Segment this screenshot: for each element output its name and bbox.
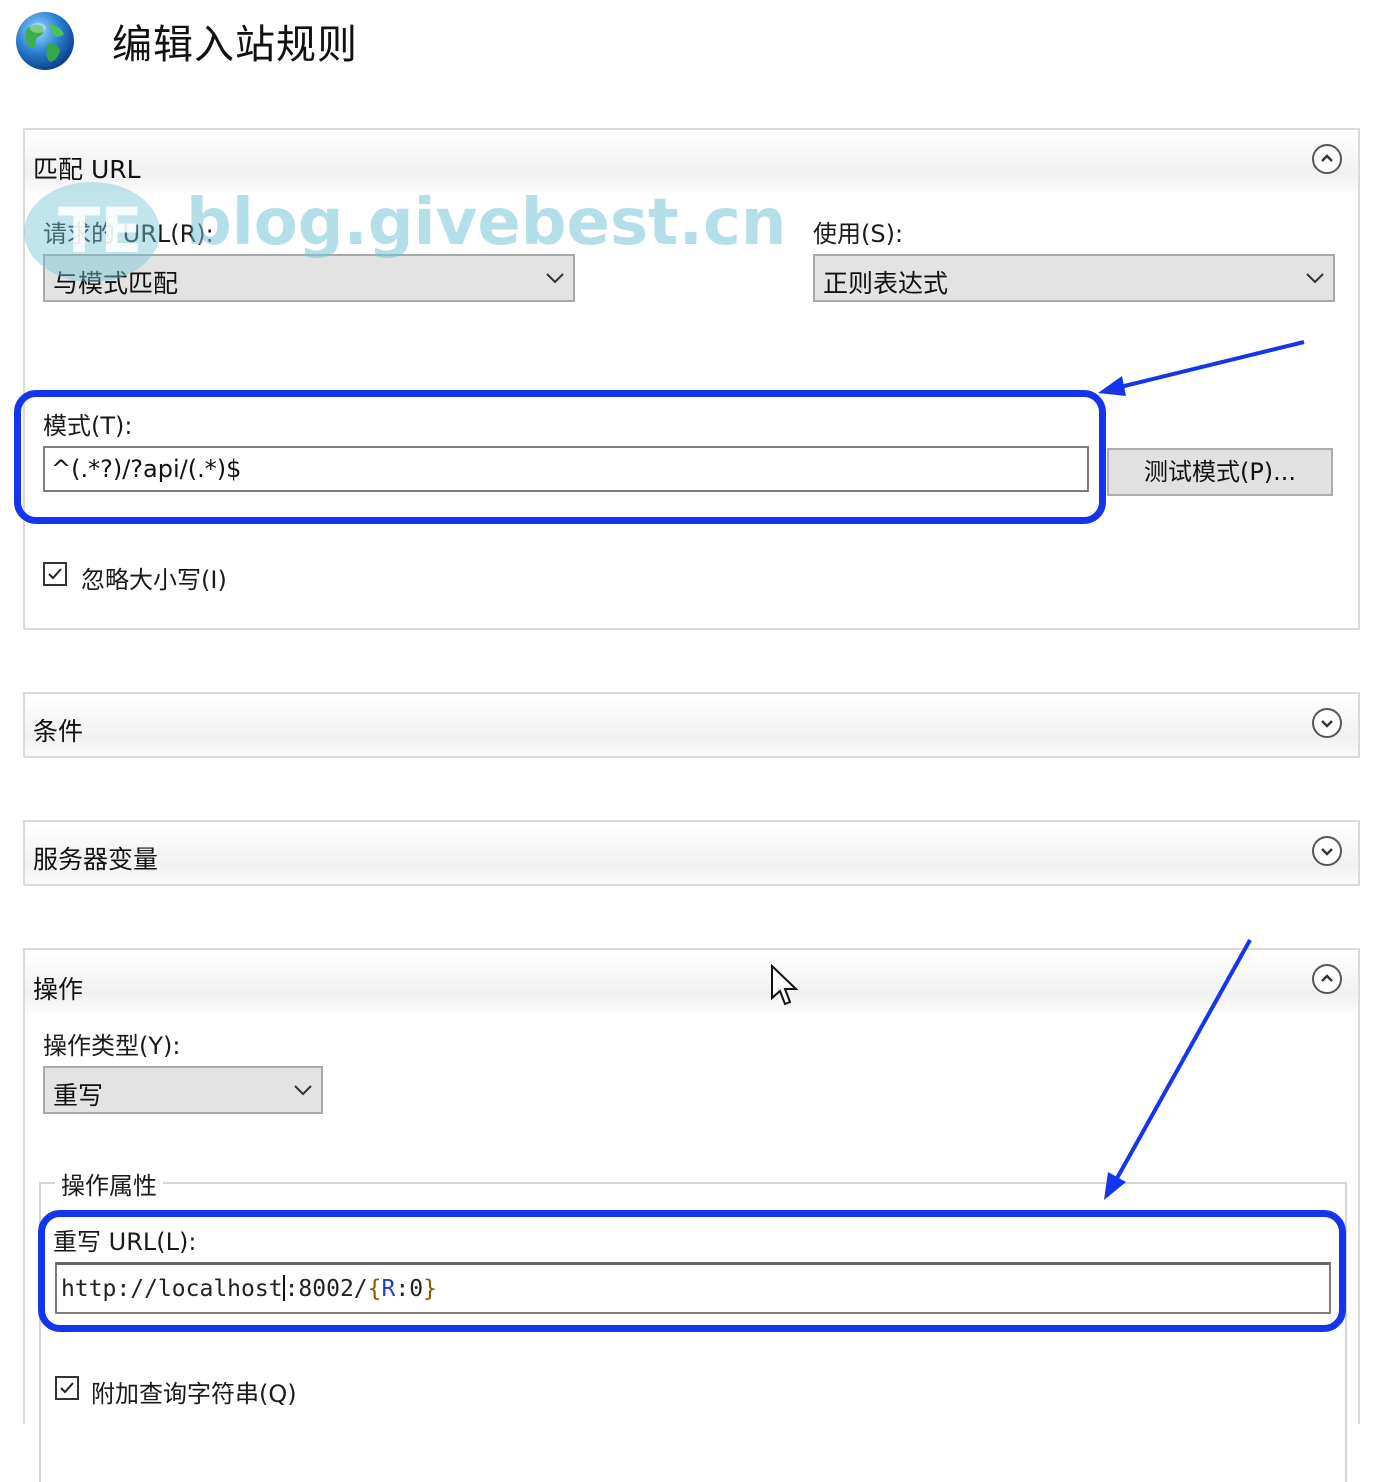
annotation-arrows xyxy=(1098,340,1305,1200)
mouse-cursor-icon xyxy=(771,964,799,1006)
arrow-to-rewrite-url xyxy=(1104,939,1252,1200)
arrow-to-pattern xyxy=(1098,340,1305,396)
